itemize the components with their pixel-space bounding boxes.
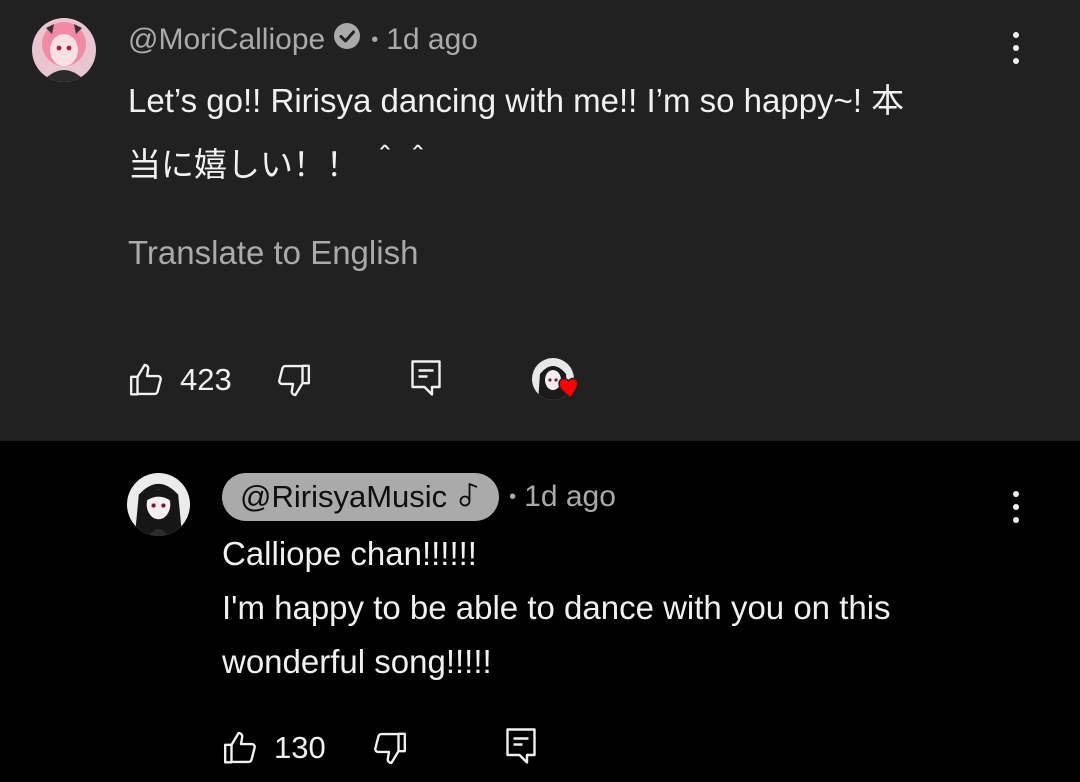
more-vertical-icon[interactable] xyxy=(1004,487,1028,527)
reply-comment: @RirisyaMusic • 1d ago Calliope chan!!!!… xyxy=(0,441,1080,782)
reply-text-line-3: wonderful song!!!!! xyxy=(222,643,492,680)
reply-text: Calliope chan!!!!!! I'm happy to be able… xyxy=(222,527,1042,689)
thumb-up-icon xyxy=(223,731,256,764)
reply-author-chip[interactable]: @RirisyaMusic xyxy=(222,473,500,521)
separator-dot: • xyxy=(371,28,379,51)
ririsya-avatar[interactable] xyxy=(127,473,190,536)
music-note-icon xyxy=(459,479,481,515)
reply-button[interactable] xyxy=(408,356,444,400)
top-comment-author[interactable]: @MoriCalliope xyxy=(128,23,325,57)
reply-meta: @RirisyaMusic • 1d ago xyxy=(222,473,616,521)
reply-like-count: 130 xyxy=(274,730,326,765)
top-comment-text-line-2: 当に嬉しい！！ ＾＾ xyxy=(128,146,435,183)
separator-dot: • xyxy=(509,485,517,508)
reply-author: @RirisyaMusic xyxy=(240,479,448,514)
top-comment-text-line-1: Let’s go!! Ririsya dancing with me!! I’m… xyxy=(128,82,905,119)
mori-calliope-avatar[interactable] xyxy=(32,18,96,82)
like-button[interactable]: 130 xyxy=(222,726,326,770)
translate-button[interactable]: Translate to English xyxy=(128,234,418,272)
reply-icon xyxy=(506,728,536,764)
dislike-button[interactable] xyxy=(370,726,408,770)
top-comment-like-count: 423 xyxy=(180,362,232,397)
thumb-down-icon xyxy=(374,732,407,765)
top-comment-time: 1d ago xyxy=(386,23,478,56)
top-comment: @MoriCalliope • 1d ago Let’s go!! Ririsy… xyxy=(0,0,1080,441)
top-comment-meta: @MoriCalliope • 1d ago xyxy=(128,20,478,60)
verified-check-icon xyxy=(333,22,361,58)
more-vertical-icon[interactable] xyxy=(1004,28,1028,68)
thumb-down-icon xyxy=(278,364,311,397)
reply-icon xyxy=(411,360,441,396)
reply-text-line-1: Calliope chan!!!!!! xyxy=(222,535,477,572)
creator-heart-avatar xyxy=(532,358,579,402)
dislike-button[interactable] xyxy=(274,358,312,402)
like-button[interactable]: 423 xyxy=(128,358,232,402)
thumb-up-icon xyxy=(129,363,162,396)
reply-time: 1d ago xyxy=(524,480,616,513)
top-comment-text: Let’s go!! Ririsya dancing with me!! I’m… xyxy=(128,74,1028,192)
reply-button[interactable] xyxy=(503,724,539,768)
reply-text-line-2: I'm happy to be able to dance with you o… xyxy=(222,589,891,626)
